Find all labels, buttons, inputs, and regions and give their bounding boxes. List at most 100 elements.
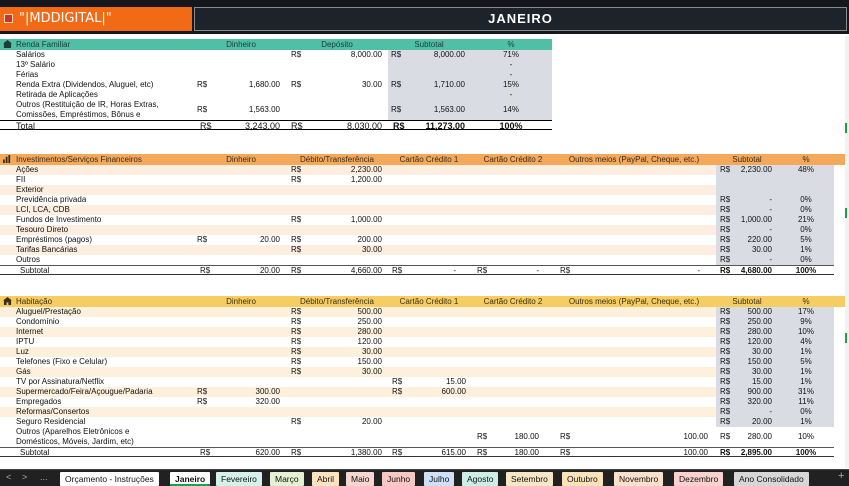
table-row[interactable]: Condomínio R$ 250.00 R$ 250.00 9% — [0, 317, 834, 327]
row-label: Renda Extra (Dividendos, Aluguel, etc) — [16, 80, 154, 89]
tab-abril[interactable]: Abril — [312, 472, 340, 486]
cell-cur: R$ — [392, 266, 403, 275]
cell-cur: R$ — [200, 266, 211, 275]
tab-novembro[interactable]: Novembro — [614, 472, 664, 486]
table-row[interactable]: Renda Extra (Dividendos, Aluguel, etc) R$… — [0, 80, 552, 90]
cell-value: 30.00 — [751, 245, 772, 254]
cell-pct: 1% — [800, 377, 812, 386]
table-row[interactable]: Empregados R$ 320.00 R$ 320.00 11% — [0, 397, 834, 407]
cell-cur: R$ — [720, 337, 731, 346]
table-row[interactable]: FII R$ 1,200.00 — [0, 175, 834, 185]
tab-ano-consolidado[interactable]: Ano Consolidado — [734, 472, 809, 486]
col-cc2: Cartão Crédito 2 — [483, 297, 543, 306]
tab-março[interactable]: Março — [270, 472, 304, 486]
hab-outros-row[interactable]: Outros (Aparelhos Eletrônicos e Doméstic… — [0, 427, 834, 447]
cell-cur: R$ — [720, 407, 731, 416]
tab-next-button[interactable]: > — [22, 472, 27, 482]
table-row[interactable]: LCI, LCA, CDB R$ - 0% — [0, 205, 834, 215]
table-row[interactable]: TV por Assinatura/Netflix R$ 15.00 R$ 15.00 1… — [0, 377, 834, 387]
col-pct: % — [802, 297, 810, 306]
table-row[interactable]: Seguro Residencial R$ 20.00 R$ 20.00 1% — [0, 417, 834, 427]
tab-fevereiro[interactable]: Fevereiro — [216, 472, 262, 486]
cell-cur: R$ — [720, 255, 731, 264]
cell-pct: 0% — [800, 407, 812, 416]
tab-more-button[interactable]: ... — [40, 472, 48, 482]
cell-cur: R$ — [391, 80, 402, 89]
table-row[interactable]: Reformas/Consertos R$ - 0% — [0, 407, 834, 417]
cell-value: 250.00 — [747, 317, 772, 326]
table-row[interactable]: Supermercado/Feira/Açougue/Padaria R$ 300.… — [0, 387, 834, 397]
table-row[interactable]: Tesouro Direto R$ - 0% — [0, 225, 834, 235]
cell-value: 11,273.00 — [425, 121, 465, 131]
tab-prev-button[interactable]: < — [6, 472, 11, 482]
cell-cur: R$ — [393, 121, 405, 131]
cell-cur: R$ — [197, 397, 208, 406]
cell-value: 15.00 — [751, 377, 772, 386]
cell-cur: R$ — [291, 50, 302, 59]
table-row[interactable]: Luz R$ 30.00 R$ 30.00 1% — [0, 347, 834, 357]
cell-pct: - — [509, 60, 513, 69]
table-row[interactable]: Telefones (Fixo e Celular) R$ 150.00 R$ 150.… — [0, 357, 834, 367]
table-row[interactable]: IPTU R$ 120.00 R$ 120.00 4% — [0, 337, 834, 347]
cell-pct: 15% — [502, 80, 519, 89]
tab-outubro[interactable]: Outubro — [562, 472, 603, 486]
row-label: Fundos de Investimento — [16, 215, 102, 224]
table-row[interactable]: Outros R$ - 0% — [0, 255, 834, 265]
renda-outros-row[interactable]: Outros (Restituição de IR, Horas Extras,… — [0, 100, 552, 120]
col-dinheiro: Dinheiro — [226, 155, 256, 164]
cell-value: 15.00 — [445, 377, 466, 386]
tab-dezembro[interactable]: Dezembro — [674, 472, 724, 486]
table-row[interactable]: 13º Salário - — [0, 60, 552, 70]
renda-header: Renda Familiar Dinheiro Depósito Subtota… — [0, 39, 552, 50]
tab-janeiro[interactable]: Janeiro — [170, 472, 211, 486]
table-row[interactable]: Gás R$ 30.00 R$ 30.00 1% — [0, 367, 834, 377]
tab-agosto[interactable]: Agosto — [462, 472, 499, 486]
tab-junho[interactable]: Junho — [382, 472, 416, 486]
table-row[interactable]: Internet R$ 280.00 R$ 280.00 10% — [0, 327, 834, 337]
cell-cur: R$ — [560, 448, 571, 457]
table-row[interactable]: Previdência privada R$ - 0% — [0, 195, 834, 205]
house-icon — [3, 297, 12, 305]
table-row[interactable]: Ações R$ 2,230.00 R$ 2,230.00 48% — [0, 165, 834, 175]
cell-cur: R$ — [720, 397, 731, 406]
table-row[interactable]: Férias - — [0, 70, 552, 80]
tab-julho[interactable]: Julho — [424, 472, 455, 486]
cell-pct: 17% — [797, 307, 814, 316]
table-row[interactable]: Aluguel/Prestação R$ 500.00 R$ 500.00 17% — [0, 307, 834, 317]
cell-value: 2,230.00 — [740, 165, 772, 174]
table-row[interactable]: Fundos de Investimento R$ 1,000.00 R$ 1,000.… — [0, 215, 834, 225]
add-sheet-icon[interactable]: + — [838, 470, 844, 482]
cell-value: 30.00 — [361, 245, 382, 254]
cell-pct: 0% — [800, 255, 812, 264]
brand-cell[interactable]: "|MDDIGITAL|" — [0, 7, 192, 31]
cell-value: - — [769, 255, 772, 264]
cell-cur: R$ — [392, 387, 403, 396]
tab-setembro[interactable]: Setembro — [506, 472, 553, 486]
cell-value: 20.00 — [259, 235, 280, 244]
cell-value: - — [769, 407, 772, 416]
hab-subtotal-row: Subtotal R$ 620.00 R$ 1,380.00 R$ 615.00… — [0, 447, 834, 457]
renda-title: Renda Familiar — [16, 40, 71, 49]
cell-cur: R$ — [720, 387, 731, 396]
cell-pct: 0% — [800, 225, 812, 234]
vertical-scrollbar[interactable] — [845, 36, 849, 468]
cell-value: 615.00 — [441, 448, 466, 457]
cell-value: 620.00 — [255, 448, 280, 457]
table-row[interactable]: Salários R$ 8,000.00 R$ 8,000.00 71% — [0, 50, 552, 60]
cell-pct: 100% — [499, 121, 523, 131]
cell-cur: R$ — [720, 317, 731, 326]
table-row[interactable]: Tarifas Bancárias R$ 30.00 R$ 30.00 1% — [0, 245, 834, 255]
cell-cur: R$ — [720, 307, 731, 316]
tab-orçamento-instruções[interactable]: Orçamento - Instruções — [60, 472, 159, 486]
cell-value: 100.00 — [683, 432, 708, 441]
cell-cur: R$ — [392, 377, 403, 386]
cell-value: 120.00 — [357, 337, 382, 346]
table-row[interactable]: Exterior — [0, 185, 834, 195]
cell-cur: R$ — [291, 235, 302, 244]
tab-maio[interactable]: Maio — [346, 472, 375, 486]
cell-value: - — [769, 225, 772, 234]
table-row[interactable]: Retirada de Aplicações - — [0, 90, 552, 100]
row-label: Ações — [16, 165, 39, 174]
row-label: Outros — [16, 255, 41, 264]
table-row[interactable]: Empréstimos (pagos) R$ 20.00 R$ 200.00 R$ 220.… — [0, 235, 834, 245]
